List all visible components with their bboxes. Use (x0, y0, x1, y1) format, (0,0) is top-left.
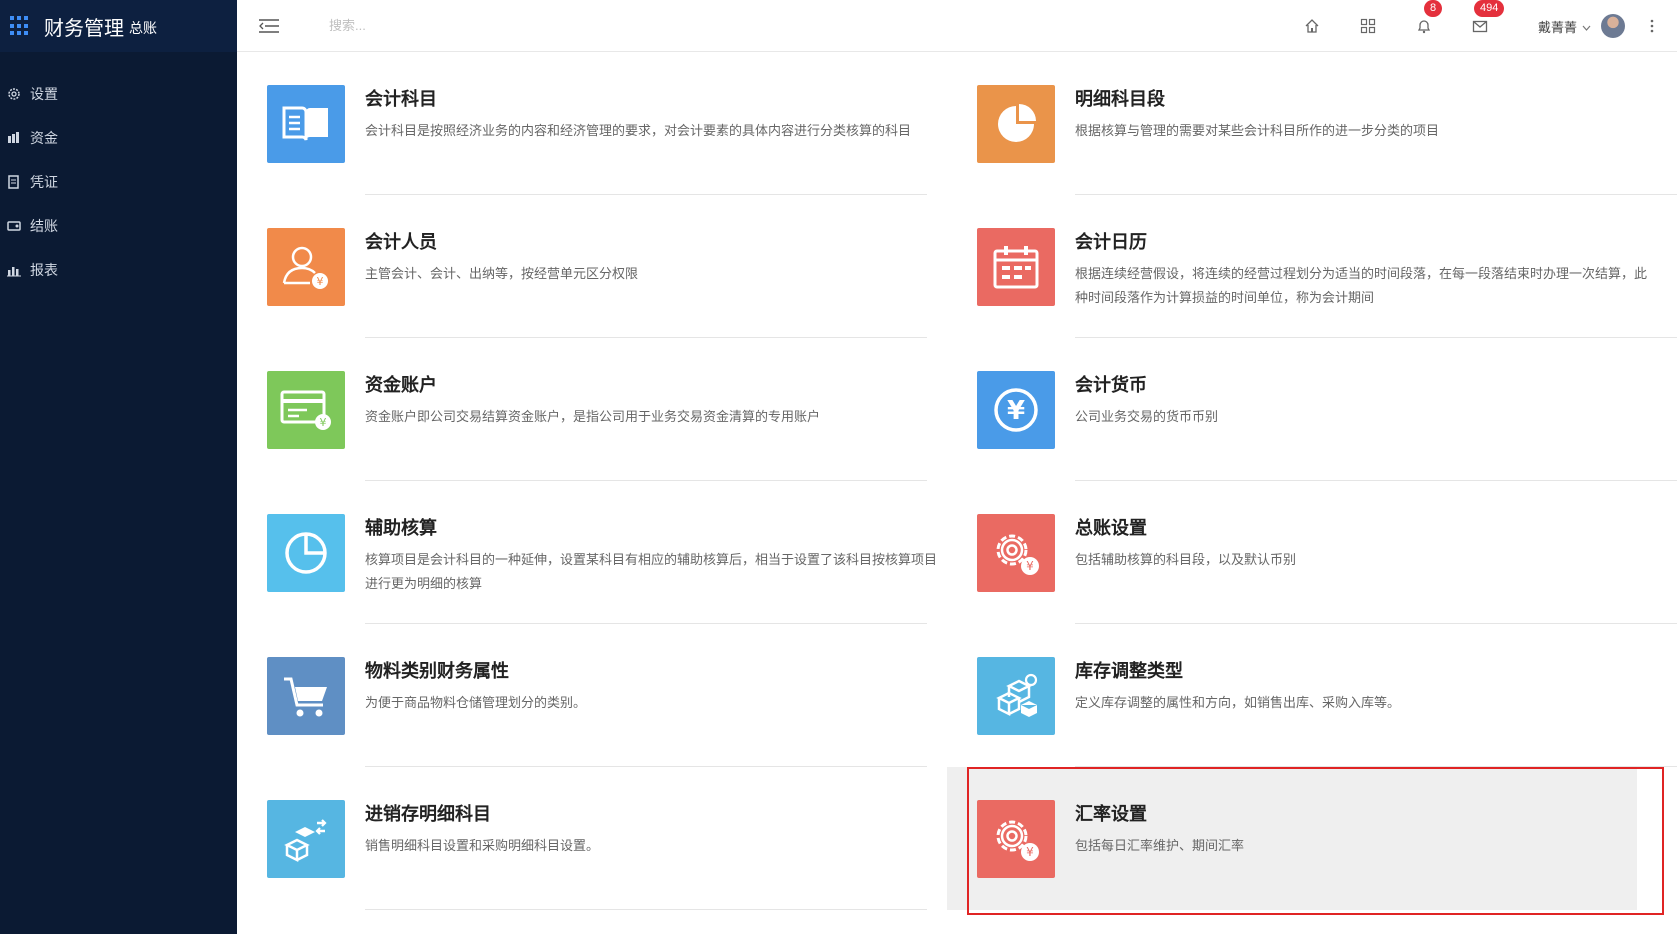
topbar-actions: 8 494 戴菁菁 (1284, 0, 1677, 52)
card-description: 根据核算与管理的需要对某些会计科目所作的进一步分类的项目 (1075, 123, 1440, 138)
settings-grid: 会计科目 会计科目是按照经济业务的内容和经济管理的要求，对会计要素的具体内容进行… (237, 52, 1677, 934)
card-detail-subject-segment[interactable]: 明细科目段 根据核算与管理的需要对某些会计科目所作的进一步分类的项目 (947, 52, 1677, 195)
sidebar-item-voucher[interactable]: 凭证 (0, 160, 237, 204)
brand-subtitle: 总账 (129, 20, 157, 36)
calendar-icon (977, 228, 1055, 306)
sidebar-item-reports[interactable]: 报表 (0, 248, 237, 292)
card-description: 根据连续经营假设，将连续的经营过程划分为适当的时间段落，在每一段落结束时办理一次… (1075, 266, 1648, 305)
apps-icon[interactable] (1340, 0, 1396, 52)
card-accounting-calendar[interactable]: 会计日历 根据连续经营假设，将连续的经营过程划分为适当的时间段落，在每一段落结束… (947, 195, 1677, 338)
apps-grid-icon[interactable] (10, 16, 30, 36)
card-accounting-staff[interactable]: ¥ 会计人员 主管会计、会计、出纳等，按经营单元区分权限 (237, 195, 927, 338)
chevron-down-icon (1582, 19, 1591, 34)
cart-icon (267, 657, 345, 735)
avatar[interactable] (1601, 14, 1625, 38)
card-description: 包括每日汇率维护、期间汇率 (1075, 838, 1245, 853)
user-name: 戴菁菁 (1537, 19, 1577, 35)
card-description: 会计科目是按照经济业务的内容和经济管理的要求，对会计要素的具体内容进行分类核算的… (365, 123, 912, 138)
svg-text:¥: ¥ (1026, 845, 1034, 859)
card-description: 为便于商品物料仓储管理划分的类别。 (365, 695, 587, 710)
card-title: 明细科目段 (1075, 89, 1165, 109)
card-title: 资金账户 (365, 375, 437, 395)
card-title: 会计科目 (365, 89, 437, 109)
card-title: 库存调整类型 (1075, 661, 1183, 681)
gear-yen-icon: ¥ (977, 514, 1055, 592)
sidebar-item-checkout[interactable]: 结账 (0, 204, 237, 248)
card-material-category[interactable]: 物料类别财务属性 为便于商品物料仓储管理划分的类别。 (237, 624, 927, 767)
card-accounting-subjects[interactable]: 会计科目 会计科目是按照经济业务的内容和经济管理的要求，对会计要素的具体内容进行… (237, 52, 927, 195)
card-description: 包括辅助核算的科目段，以及默认币别 (1075, 552, 1297, 567)
sidebar-item-label: 设置 (30, 86, 58, 102)
bell-icon[interactable]: 8 (1396, 0, 1452, 52)
mail-icon[interactable]: 494 (1452, 0, 1508, 52)
card-title: 进销存明细科目 (365, 804, 491, 824)
gear-icon (6, 86, 22, 102)
money-icon (6, 130, 22, 146)
card-inventory-detail-subjects[interactable]: 进销存明细科目 销售明细科目设置和采购明细科目设置。 (237, 767, 927, 910)
search-input[interactable] (329, 18, 629, 33)
sidebar-item-funds[interactable]: 资金 (0, 116, 237, 160)
pie-outline-icon (267, 514, 345, 592)
card-inventory-adjustment-type[interactable]: 库存调整类型 定义库存调整的属性和方向，如销售出库、采购入库等。 (947, 624, 1677, 767)
card-description: 销售明细科目设置和采购明细科目设置。 (365, 838, 600, 853)
menu-toggle-icon[interactable] (259, 17, 281, 35)
card-title: 会计日历 (1075, 232, 1147, 252)
chart-icon (6, 262, 22, 278)
card-yen-icon: ¥ (267, 371, 345, 449)
card-title: 辅助核算 (365, 518, 437, 538)
sidebar-nav: 设置 资金 凭证 结账 报表 (0, 72, 237, 292)
svg-text:¥: ¥ (317, 275, 324, 288)
card-title: 会计货币 (1075, 375, 1147, 395)
card-fund-account[interactable]: ¥ 资金账户 资金账户即公司交易结算资金账户，是指公司用于业务交易资金清算的专用… (237, 338, 927, 481)
svg-text:¥: ¥ (1026, 559, 1034, 573)
gear-yen-icon: ¥ (977, 800, 1055, 878)
card-title: 总账设置 (1075, 518, 1147, 538)
more-vertical-icon[interactable] (1637, 0, 1667, 52)
notification-badge: 8 (1423, 0, 1443, 17)
svg-text:¥: ¥ (320, 416, 327, 429)
boxes-icon (977, 657, 1055, 735)
card-description: 公司业务交易的货币币别 (1075, 409, 1219, 424)
card-description: 资金账户即公司交易结算资金账户，是指公司用于业务交易资金清算的专用账户 (365, 409, 821, 424)
boxes-arrow-icon (267, 800, 345, 878)
sidebar-item-label: 凭证 (30, 174, 58, 190)
pie-icon (977, 85, 1055, 163)
sidebar: 财务管理 总账 设置 资金 凭证 结账 报表 (0, 0, 237, 934)
card-description: 主管会计、会计、出纳等，按经营单元区分权限 (365, 266, 639, 281)
card-title: 会计人员 (365, 232, 437, 252)
card-accounting-currency[interactable]: ¥ 会计货币 公司业务交易的货币币别 (947, 338, 1677, 481)
topbar: 8 494 戴菁菁 (237, 0, 1677, 52)
book-icon (267, 85, 345, 163)
sidebar-item-label: 资金 (30, 130, 58, 146)
brand-title: 财务管理 (44, 17, 124, 40)
user-yen-icon: ¥ (267, 228, 345, 306)
card-title: 汇率设置 (1075, 804, 1147, 824)
card-title: 物料类别财务属性 (365, 661, 509, 681)
user-menu[interactable]: 戴菁菁 (1538, 14, 1625, 38)
card-description: 定义库存调整的属性和方向，如销售出库、采购入库等。 (1075, 695, 1401, 710)
card-description: 核算项目是会计科目的一种延伸，设置某科目有相应的辅助核算后，相当于设置了该科目按… (365, 552, 938, 591)
sidebar-item-label: 结账 (30, 218, 58, 234)
checkout-icon (6, 218, 22, 234)
brand: 财务管理 总账 (0, 0, 237, 52)
home-icon[interactable] (1284, 0, 1340, 52)
svg-text:¥: ¥ (1007, 396, 1025, 426)
card-ledger-settings[interactable]: ¥ 总账设置 包括辅助核算的科目段，以及默认币别 (947, 481, 1677, 624)
divider (365, 909, 927, 910)
voucher-icon (6, 174, 22, 190)
sidebar-item-label: 报表 (30, 262, 58, 278)
yen-circle-icon: ¥ (977, 371, 1055, 449)
message-badge: 494 (1473, 0, 1505, 17)
card-auxiliary-accounting[interactable]: 辅助核算 核算项目是会计科目的一种延伸，设置某科目有相应的辅助核算后，相当于设置… (237, 481, 937, 624)
sidebar-item-settings[interactable]: 设置 (0, 72, 237, 116)
card-exchange-rate-settings[interactable]: ¥ 汇率设置 包括每日汇率维护、期间汇率 (947, 767, 1637, 910)
